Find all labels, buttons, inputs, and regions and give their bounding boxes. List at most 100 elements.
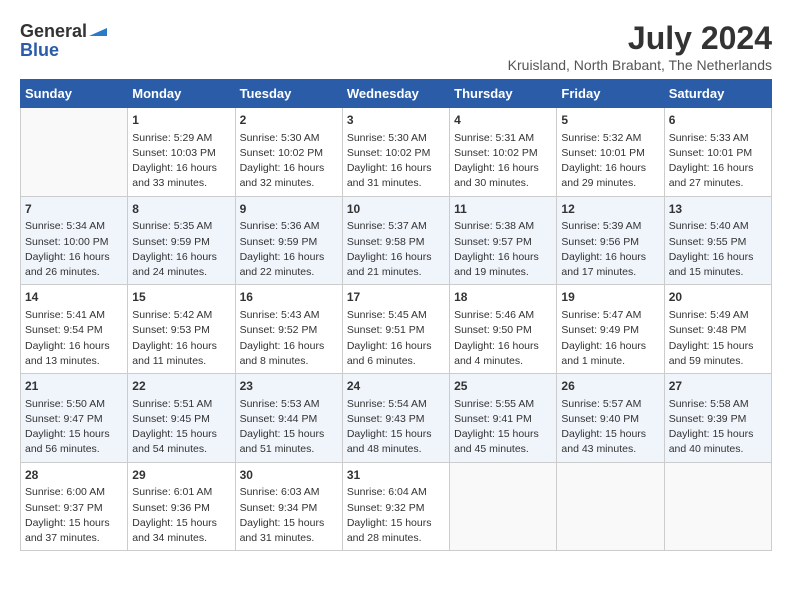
day-info: Sunrise: 5:43 AM Sunset: 9:52 PM Dayligh… bbox=[240, 308, 338, 369]
day-number: 29 bbox=[132, 467, 230, 484]
day-info: Sunrise: 6:03 AM Sunset: 9:34 PM Dayligh… bbox=[240, 485, 338, 546]
logo-icon bbox=[89, 20, 107, 36]
calendar-cell: 24 Sunrise: 5:54 AM Sunset: 9:43 PM Dayli… bbox=[342, 374, 449, 463]
day-info: Sunrise: 6:00 AM Sunset: 9:37 PM Dayligh… bbox=[25, 485, 123, 546]
calendar-cell: 7Sunrise: 5:34 AM Sunset: 10:00 PM Dayli… bbox=[21, 196, 128, 285]
calendar-cell: 14 Sunrise: 5:41 AM Sunset: 9:54 PM Dayli… bbox=[21, 285, 128, 374]
calendar-week-row: 14 Sunrise: 5:41 AM Sunset: 9:54 PM Dayli… bbox=[21, 285, 772, 374]
calendar-cell bbox=[557, 462, 664, 551]
day-info: Sunrise: 5:58 AM Sunset: 9:39 PM Dayligh… bbox=[669, 397, 767, 458]
calendar-cell: 16Sunrise: 5:43 AM Sunset: 9:52 PM Dayli… bbox=[235, 285, 342, 374]
day-info: Sunrise: 5:36 AM Sunset: 9:59 PM Dayligh… bbox=[240, 219, 338, 280]
logo: General Blue bbox=[20, 20, 107, 59]
calendar-cell: 30Sunrise: 6:03 AM Sunset: 9:34 PM Dayli… bbox=[235, 462, 342, 551]
day-info: Sunrise: 5:30 AM Sunset: 10:02 PM Daylig… bbox=[347, 131, 445, 192]
day-number: 9 bbox=[240, 201, 338, 218]
page-header: General Blue July 2024 Kruisland, North … bbox=[20, 20, 772, 73]
title-area: July 2024 Kruisland, North Brabant, The … bbox=[508, 20, 772, 73]
weekday-header: Sunday bbox=[21, 80, 128, 108]
calendar-cell: 13Sunrise: 5:40 AM Sunset: 9:55 PM Dayli… bbox=[664, 196, 771, 285]
weekday-header: Wednesday bbox=[342, 80, 449, 108]
calendar-cell: 4Sunrise: 5:31 AM Sunset: 10:02 PM Dayli… bbox=[450, 108, 557, 197]
day-number: 11 bbox=[454, 201, 552, 218]
calendar-cell: 5 Sunrise: 5:32 AM Sunset: 10:01 PM Dayli… bbox=[557, 108, 664, 197]
day-info: Sunrise: 5:54 AM Sunset: 9:43 PM Dayligh… bbox=[347, 397, 445, 458]
logo-blue-text: Blue bbox=[20, 41, 59, 59]
day-info: Sunrise: 5:37 AM Sunset: 9:58 PM Dayligh… bbox=[347, 219, 445, 280]
day-number: 17 bbox=[347, 289, 445, 306]
day-number: 4 bbox=[454, 112, 552, 129]
calendar-cell: 8Sunrise: 5:35 AM Sunset: 9:59 PM Daylig… bbox=[128, 196, 235, 285]
day-info: Sunrise: 5:32 AM Sunset: 10:01 PM Daylig… bbox=[561, 131, 659, 192]
day-number: 28 bbox=[25, 467, 123, 484]
day-info: Sunrise: 5:42 AM Sunset: 9:53 PM Dayligh… bbox=[132, 308, 230, 369]
day-number: 20 bbox=[669, 289, 767, 306]
calendar-cell bbox=[21, 108, 128, 197]
calendar-cell: 27Sunrise: 5:58 AM Sunset: 9:39 PM Dayli… bbox=[664, 374, 771, 463]
calendar-week-row: 1Sunrise: 5:29 AM Sunset: 10:03 PM Dayli… bbox=[21, 108, 772, 197]
day-number: 31 bbox=[347, 467, 445, 484]
calendar-week-row: 7Sunrise: 5:34 AM Sunset: 10:00 PM Dayli… bbox=[21, 196, 772, 285]
day-info: Sunrise: 5:49 AM Sunset: 9:48 PM Dayligh… bbox=[669, 308, 767, 369]
calendar-cell: 9Sunrise: 5:36 AM Sunset: 9:59 PM Daylig… bbox=[235, 196, 342, 285]
day-number: 18 bbox=[454, 289, 552, 306]
day-number: 10 bbox=[347, 201, 445, 218]
day-info: Sunrise: 6:04 AM Sunset: 9:32 PM Dayligh… bbox=[347, 485, 445, 546]
day-info: Sunrise: 5:53 AM Sunset: 9:44 PM Dayligh… bbox=[240, 397, 338, 458]
day-number: 23 bbox=[240, 378, 338, 395]
month-title: July 2024 bbox=[508, 20, 772, 57]
calendar-cell: 3 Sunrise: 5:30 AM Sunset: 10:02 PM Dayli… bbox=[342, 108, 449, 197]
day-number: 19 bbox=[561, 289, 659, 306]
weekday-header: Monday bbox=[128, 80, 235, 108]
logo-general-text: General bbox=[20, 22, 87, 40]
day-info: Sunrise: 5:33 AM Sunset: 10:01 PM Daylig… bbox=[669, 131, 767, 192]
day-number: 26 bbox=[561, 378, 659, 395]
calendar-cell: 6 Sunrise: 5:33 AM Sunset: 10:01 PM Dayli… bbox=[664, 108, 771, 197]
day-info: Sunrise: 6:01 AM Sunset: 9:36 PM Dayligh… bbox=[132, 485, 230, 546]
day-number: 6 bbox=[669, 112, 767, 129]
day-number: 22 bbox=[132, 378, 230, 395]
calendar-cell: 11Sunrise: 5:38 AM Sunset: 9:57 PM Dayli… bbox=[450, 196, 557, 285]
day-info: Sunrise: 5:30 AM Sunset: 10:02 PM Daylig… bbox=[240, 131, 338, 192]
day-number: 2 bbox=[240, 112, 338, 129]
day-number: 24 bbox=[347, 378, 445, 395]
day-number: 3 bbox=[347, 112, 445, 129]
day-number: 15 bbox=[132, 289, 230, 306]
calendar-week-row: 21 Sunrise: 5:50 AM Sunset: 9:47 PM Dayli… bbox=[21, 374, 772, 463]
day-number: 13 bbox=[669, 201, 767, 218]
calendar-cell: 12Sunrise: 5:39 AM Sunset: 9:56 PM Dayli… bbox=[557, 196, 664, 285]
calendar-cell: 29Sunrise: 6:01 AM Sunset: 9:36 PM Dayli… bbox=[128, 462, 235, 551]
day-info: Sunrise: 5:41 AM Sunset: 9:54 PM Dayligh… bbox=[25, 308, 123, 369]
day-number: 21 bbox=[25, 378, 123, 395]
calendar-cell: 15 Sunrise: 5:42 AM Sunset: 9:53 PM Dayli… bbox=[128, 285, 235, 374]
weekday-header-row: SundayMondayTuesdayWednesdayThursdayFrid… bbox=[21, 80, 772, 108]
day-number: 25 bbox=[454, 378, 552, 395]
day-info: Sunrise: 5:50 AM Sunset: 9:47 PM Dayligh… bbox=[25, 397, 123, 458]
weekday-header: Saturday bbox=[664, 80, 771, 108]
day-number: 5 bbox=[561, 112, 659, 129]
calendar-cell: 19Sunrise: 5:47 AM Sunset: 9:49 PM Dayli… bbox=[557, 285, 664, 374]
day-info: Sunrise: 5:45 AM Sunset: 9:51 PM Dayligh… bbox=[347, 308, 445, 369]
calendar-cell: 21 Sunrise: 5:50 AM Sunset: 9:47 PM Dayli… bbox=[21, 374, 128, 463]
day-info: Sunrise: 5:40 AM Sunset: 9:55 PM Dayligh… bbox=[669, 219, 767, 280]
day-number: 8 bbox=[132, 201, 230, 218]
calendar-cell: 23 Sunrise: 5:53 AM Sunset: 9:44 PM Dayli… bbox=[235, 374, 342, 463]
day-info: Sunrise: 5:46 AM Sunset: 9:50 PM Dayligh… bbox=[454, 308, 552, 369]
calendar-cell: 20 Sunrise: 5:49 AM Sunset: 9:48 PM Dayli… bbox=[664, 285, 771, 374]
weekday-header: Thursday bbox=[450, 80, 557, 108]
weekday-header: Friday bbox=[557, 80, 664, 108]
day-number: 7 bbox=[25, 201, 123, 218]
day-info: Sunrise: 5:55 AM Sunset: 9:41 PM Dayligh… bbox=[454, 397, 552, 458]
calendar-cell bbox=[664, 462, 771, 551]
calendar-cell: 10Sunrise: 5:37 AM Sunset: 9:58 PM Dayli… bbox=[342, 196, 449, 285]
day-number: 14 bbox=[25, 289, 123, 306]
calendar-table: SundayMondayTuesdayWednesdayThursdayFrid… bbox=[20, 79, 772, 551]
calendar-cell: 25 Sunrise: 5:55 AM Sunset: 9:41 PM Dayli… bbox=[450, 374, 557, 463]
day-info: Sunrise: 5:57 AM Sunset: 9:40 PM Dayligh… bbox=[561, 397, 659, 458]
calendar-cell: 1Sunrise: 5:29 AM Sunset: 10:03 PM Dayli… bbox=[128, 108, 235, 197]
calendar-cell: 18 Sunrise: 5:46 AM Sunset: 9:50 PM Dayli… bbox=[450, 285, 557, 374]
day-info: Sunrise: 5:35 AM Sunset: 9:59 PM Dayligh… bbox=[132, 219, 230, 280]
calendar-cell: 28Sunrise: 6:00 AM Sunset: 9:37 PM Dayli… bbox=[21, 462, 128, 551]
calendar-cell bbox=[450, 462, 557, 551]
calendar-cell: 31Sunrise: 6:04 AM Sunset: 9:32 PM Dayli… bbox=[342, 462, 449, 551]
